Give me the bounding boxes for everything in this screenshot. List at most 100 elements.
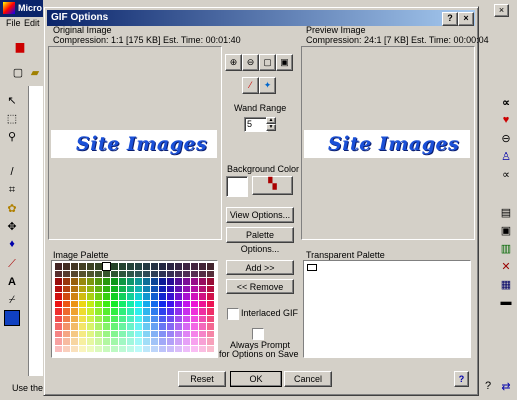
palette-cell[interactable] xyxy=(127,308,134,315)
palette-cell[interactable] xyxy=(127,323,134,330)
palette-cell[interactable] xyxy=(71,263,78,270)
palette-cell[interactable] xyxy=(207,323,214,330)
palette-cell[interactable] xyxy=(199,323,206,330)
palette-cell[interactable] xyxy=(119,338,126,345)
palette-cell[interactable] xyxy=(95,323,102,330)
palette-cell[interactable] xyxy=(167,293,174,300)
palette-cell[interactable] xyxy=(199,315,206,322)
palette-cell[interactable] xyxy=(95,263,102,270)
palette-cell[interactable] xyxy=(87,300,94,307)
palette-cell[interactable] xyxy=(119,345,126,352)
palette-cell[interactable] xyxy=(191,270,198,277)
menu-file[interactable]: File xyxy=(6,18,21,28)
palette-cell[interactable] xyxy=(79,293,86,300)
background-color-swatch[interactable] xyxy=(226,176,248,197)
palette-cell[interactable] xyxy=(55,330,62,337)
palette-cell[interactable] xyxy=(143,300,150,307)
palette-cell[interactable] xyxy=(111,315,118,322)
palette-cell[interactable] xyxy=(159,300,166,307)
ok-button[interactable]: OK xyxy=(230,371,282,387)
fill-icon[interactable]: ♦ xyxy=(4,236,20,252)
layers-icon[interactable]: ▥ xyxy=(498,240,514,256)
palette-cell[interactable] xyxy=(207,300,214,307)
palette-cell[interactable] xyxy=(103,300,110,307)
palette-cell[interactable] xyxy=(55,323,62,330)
palette-cell[interactable] xyxy=(167,345,174,352)
palette-cell[interactable] xyxy=(55,270,62,277)
palette-cell[interactable] xyxy=(71,315,78,322)
palette-cell[interactable] xyxy=(135,300,142,307)
palette-cell[interactable] xyxy=(159,338,166,345)
palette-cell[interactable] xyxy=(79,278,86,285)
open-icon[interactable]: ▰ xyxy=(27,64,43,80)
palette-cell[interactable] xyxy=(167,338,174,345)
palette-cell[interactable] xyxy=(191,300,198,307)
palette-cell[interactable] xyxy=(87,338,94,345)
title-help-button[interactable]: ? xyxy=(442,12,458,26)
palette-cell[interactable] xyxy=(119,293,126,300)
palette-cell[interactable] xyxy=(175,300,182,307)
palette-cell[interactable] xyxy=(175,263,182,270)
palette-cell[interactable] xyxy=(207,345,214,352)
palette-cell[interactable] xyxy=(111,345,118,352)
connect-icon[interactable]: ⇄ xyxy=(498,378,514,394)
palette-cell[interactable] xyxy=(175,315,182,322)
palette-cell[interactable] xyxy=(199,285,206,292)
palette-cell[interactable] xyxy=(151,293,158,300)
palette-cell[interactable] xyxy=(111,338,118,345)
palette-cell[interactable] xyxy=(159,285,166,292)
palette-cell[interactable] xyxy=(87,293,94,300)
palette-cell[interactable] xyxy=(143,308,150,315)
palette-cell[interactable] xyxy=(183,338,190,345)
palette-cell[interactable] xyxy=(95,338,102,345)
infinity-icon[interactable]: ∝ xyxy=(498,94,514,110)
palette-cell[interactable] xyxy=(191,308,198,315)
palette-cell[interactable] xyxy=(63,345,70,352)
palette-cell[interactable] xyxy=(63,338,70,345)
palette-cell[interactable] xyxy=(151,315,158,322)
palette-cell[interactable] xyxy=(135,270,142,277)
palette-cell[interactable] xyxy=(183,330,190,337)
wand-range-input[interactable]: 5 xyxy=(244,117,268,132)
palette-cell[interactable] xyxy=(143,315,150,322)
palette-cell[interactable] xyxy=(95,278,102,285)
view-options-button[interactable]: View Options... xyxy=(226,207,294,223)
palette-cell[interactable] xyxy=(103,323,110,330)
palette-cell[interactable] xyxy=(159,315,166,322)
eyedropper-icon[interactable]: ⌿ xyxy=(4,292,20,308)
move-icon[interactable]: ✥ xyxy=(4,218,20,234)
palette-cell[interactable] xyxy=(143,293,150,300)
transparent-selected-cell[interactable] xyxy=(307,264,317,271)
palette-cell[interactable] xyxy=(199,293,206,300)
palette-cell[interactable] xyxy=(143,338,150,345)
palette-cell[interactable] xyxy=(175,278,182,285)
x-tool-icon[interactable]: ✕ xyxy=(498,258,514,274)
palette-cell[interactable] xyxy=(111,285,118,292)
palette-cell[interactable] xyxy=(191,345,198,352)
palette-cell[interactable] xyxy=(207,315,214,322)
palette-cell[interactable] xyxy=(127,278,134,285)
palette-cell[interactable] xyxy=(127,263,134,270)
palette-cell[interactable] xyxy=(55,308,62,315)
palette-cell[interactable] xyxy=(95,315,102,322)
palette-cell[interactable] xyxy=(79,300,86,307)
palette-cell[interactable] xyxy=(95,300,102,307)
zoom-icon[interactable]: ⚲ xyxy=(4,128,20,144)
palette-cell[interactable] xyxy=(63,293,70,300)
palette-cell[interactable] xyxy=(135,278,142,285)
palette-cell[interactable] xyxy=(183,270,190,277)
palette-cell[interactable] xyxy=(151,300,158,307)
palette-cell[interactable] xyxy=(151,278,158,285)
palette-cell[interactable] xyxy=(79,308,86,315)
palette-cell[interactable] xyxy=(199,308,206,315)
palette-cell[interactable] xyxy=(183,308,190,315)
palette-cell[interactable] xyxy=(199,278,206,285)
palette-cell[interactable] xyxy=(119,308,126,315)
palette-cell[interactable] xyxy=(143,270,150,277)
palette-cell[interactable] xyxy=(159,278,166,285)
palette-cell[interactable] xyxy=(207,270,214,277)
palette-cell[interactable] xyxy=(79,315,86,322)
palette-cell[interactable] xyxy=(111,330,118,337)
add-button[interactable]: Add >> xyxy=(226,260,294,275)
palette-cell[interactable] xyxy=(119,263,126,270)
